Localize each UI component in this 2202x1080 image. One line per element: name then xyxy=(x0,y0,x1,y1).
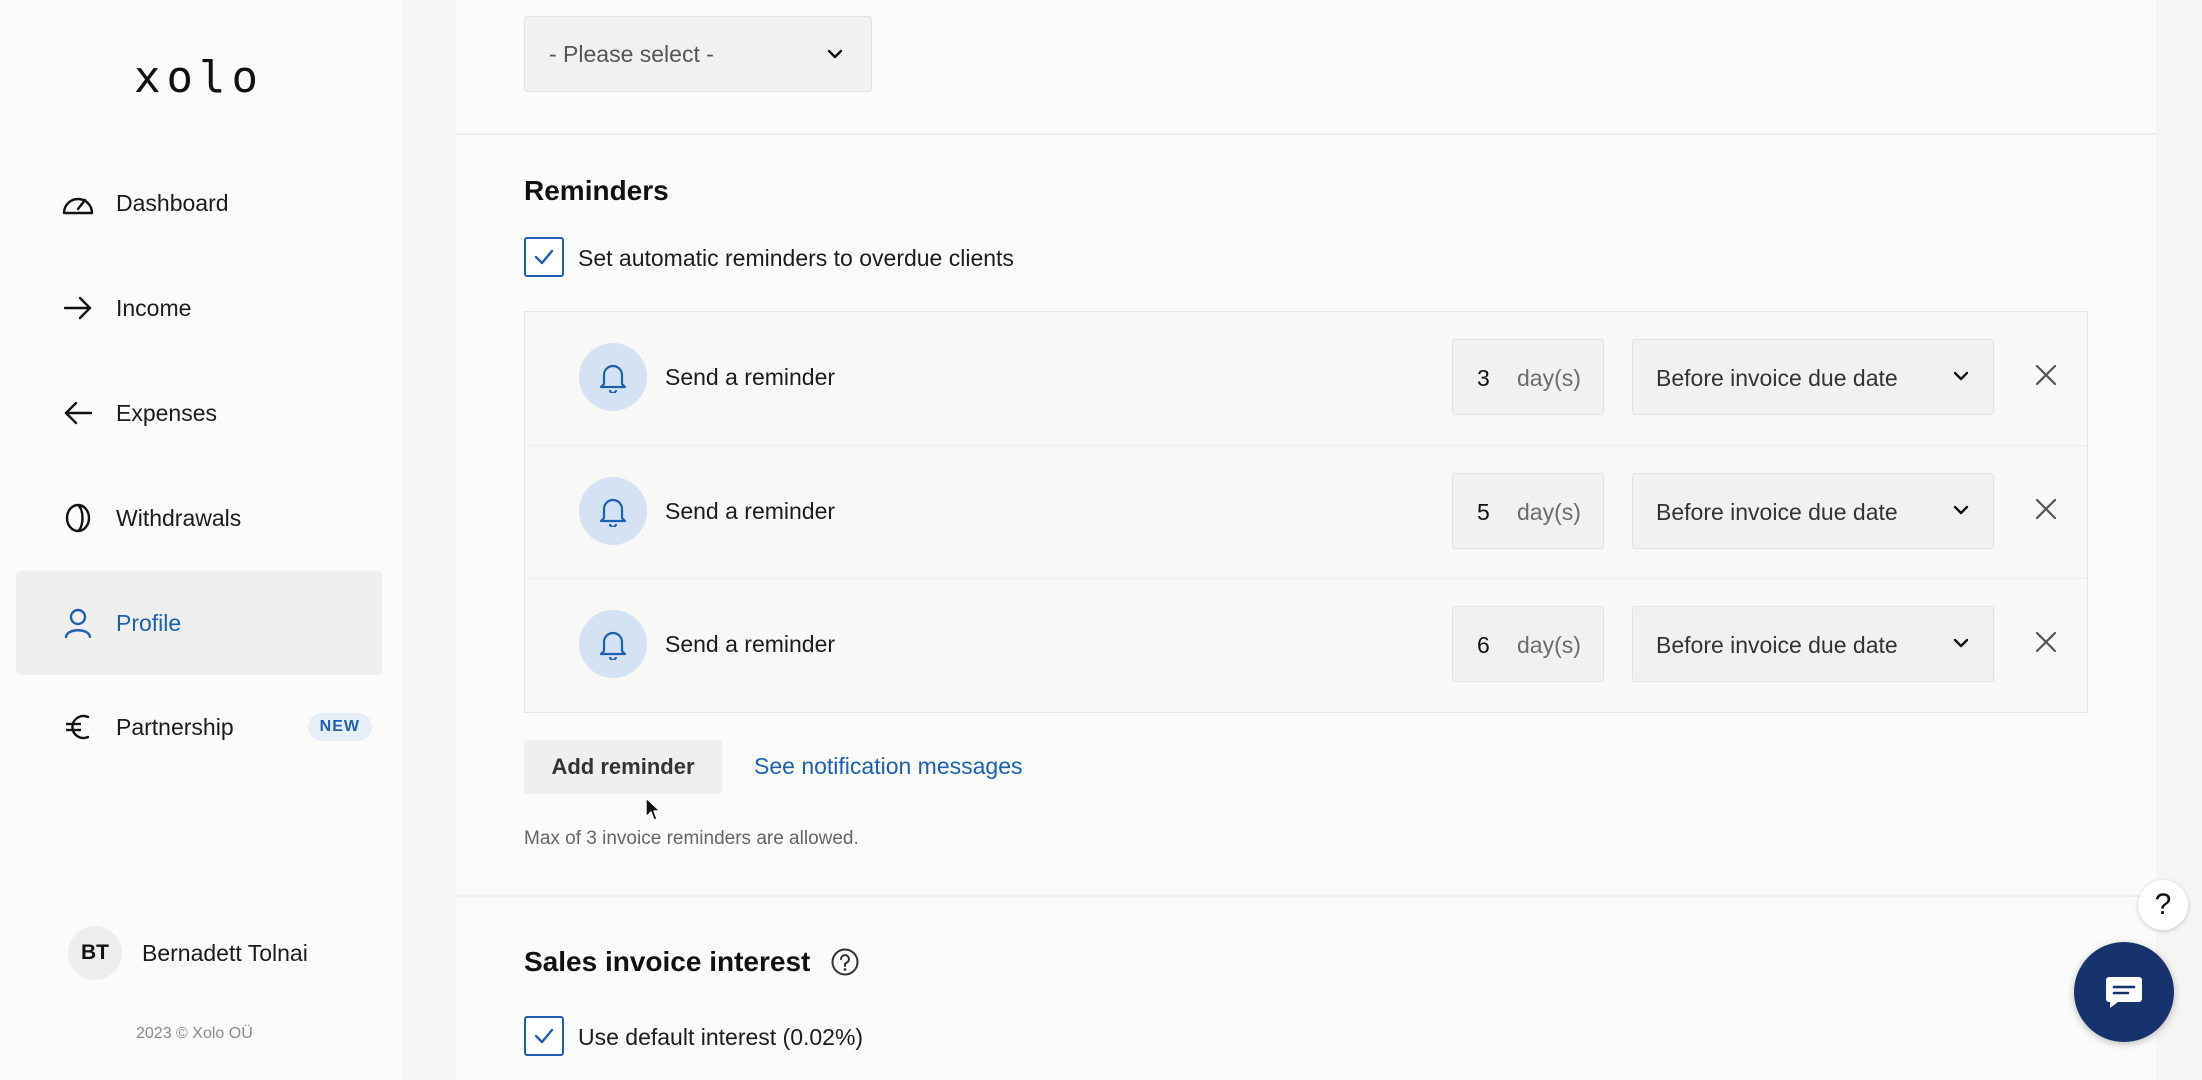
sidebar-item-label: Partnership xyxy=(116,713,234,740)
see-notification-messages-link[interactable]: See notification messages xyxy=(754,753,1023,780)
reminder-label: Send a reminder xyxy=(665,498,836,524)
interest-title: Sales invoice interest xyxy=(524,946,811,977)
sidebar-item-label: Income xyxy=(116,294,192,321)
days-value: 6 xyxy=(1477,632,1490,658)
timing-select[interactable]: Before invoice due date xyxy=(1632,473,1994,549)
copyright: 2023 © Xolo OÜ xyxy=(136,1025,253,1042)
reminders-list: Send a reminder 3 day(s) Before invoice … xyxy=(524,311,2088,713)
bell-icon xyxy=(579,477,647,545)
days-unit: day(s) xyxy=(1517,632,1581,658)
reminder-row: Send a reminder 6 day(s) Before invoice … xyxy=(525,578,2087,711)
close-icon[interactable] xyxy=(2033,362,2059,393)
sidebar-item-label: Withdrawals xyxy=(116,504,242,531)
arrow-left-icon xyxy=(58,393,98,433)
user-icon xyxy=(58,603,98,643)
sidebar-item-expenses[interactable]: Expenses xyxy=(16,361,382,465)
settings-panel: - Please select - Reminders Set automati… xyxy=(456,0,2156,1080)
days-input[interactable]: 3 day(s) xyxy=(1452,339,1604,415)
coin-icon xyxy=(58,498,98,538)
reminder-row: Send a reminder 3 day(s) Before invoice … xyxy=(525,312,2087,445)
bell-icon xyxy=(579,610,647,678)
new-badge: NEW xyxy=(307,713,372,741)
default-interest-checkbox[interactable] xyxy=(524,1016,564,1056)
timing-value: Before invoice due date xyxy=(1656,632,1898,658)
bell-icon xyxy=(579,343,647,411)
top-select-value: - Please select - xyxy=(549,40,714,67)
logo[interactable]: xolo xyxy=(134,52,264,103)
reminders-hint: Max of 3 invoice reminders are allowed. xyxy=(524,828,859,849)
chevron-down-icon xyxy=(1951,500,1971,525)
days-input[interactable]: 6 day(s) xyxy=(1452,606,1604,682)
euro-icon xyxy=(58,707,98,747)
sidebar-item-label: Expenses xyxy=(116,399,218,426)
chevron-down-icon xyxy=(1951,366,1971,391)
sidebar-item-label: Profile xyxy=(116,609,182,636)
close-icon[interactable] xyxy=(2033,496,2059,527)
top-select[interactable]: - Please select - xyxy=(524,16,872,92)
days-value: 5 xyxy=(1477,499,1490,525)
user-name: Bernadett Tolnai xyxy=(142,939,308,966)
add-reminder-button[interactable]: Add reminder xyxy=(524,740,722,794)
user-profile[interactable]: BT Bernadett Tolnai xyxy=(68,926,308,980)
arrow-right-icon xyxy=(58,288,98,328)
help-button[interactable]: ? xyxy=(2138,880,2188,930)
default-interest-label: Use default interest (0.02%) xyxy=(578,1024,864,1050)
sidebar-item-income[interactable]: Income xyxy=(16,256,382,360)
timing-select[interactable]: Before invoice due date xyxy=(1632,339,1994,415)
chat-icon xyxy=(2106,977,2142,1008)
check-icon xyxy=(534,249,554,265)
sidebar: xolo Dashboard Income Expenses Withdrawa… xyxy=(0,0,402,1080)
chevron-down-icon xyxy=(1951,633,1971,658)
sidebar-item-profile[interactable]: Profile xyxy=(16,571,382,675)
reminder-label: Send a reminder xyxy=(665,631,836,657)
days-input[interactable]: 5 day(s) xyxy=(1452,473,1604,549)
chevron-down-icon xyxy=(825,43,845,70)
days-unit: day(s) xyxy=(1517,365,1581,391)
mouse-cursor-icon xyxy=(644,796,662,827)
check-icon xyxy=(534,1028,554,1044)
reminder-row: Send a reminder 5 day(s) Before invoice … xyxy=(525,445,2087,578)
sidebar-item-partnership[interactable]: Partnership NEW xyxy=(16,675,382,779)
sidebar-item-label: Dashboard xyxy=(116,189,229,216)
chat-button[interactable] xyxy=(2074,942,2174,1042)
close-icon[interactable] xyxy=(2033,629,2059,660)
sidebar-item-withdrawals[interactable]: Withdrawals xyxy=(16,466,382,570)
auto-reminders-label: Set automatic reminders to overdue clien… xyxy=(578,245,1014,271)
timing-value: Before invoice due date xyxy=(1656,499,1898,525)
section-divider xyxy=(456,895,2156,897)
section-divider xyxy=(456,133,2156,135)
days-unit: day(s) xyxy=(1517,499,1581,525)
avatar: BT xyxy=(68,926,122,980)
reminder-label: Send a reminder xyxy=(665,364,836,390)
sidebar-item-dashboard[interactable]: Dashboard xyxy=(16,151,382,255)
reminders-title: Reminders xyxy=(524,175,669,206)
timing-select[interactable]: Before invoice due date xyxy=(1632,606,1994,682)
days-value: 3 xyxy=(1477,365,1490,391)
gauge-icon xyxy=(58,183,98,223)
auto-reminders-checkbox[interactable] xyxy=(524,237,564,277)
timing-value: Before invoice due date xyxy=(1656,365,1898,391)
help-circle-icon[interactable] xyxy=(830,947,860,982)
